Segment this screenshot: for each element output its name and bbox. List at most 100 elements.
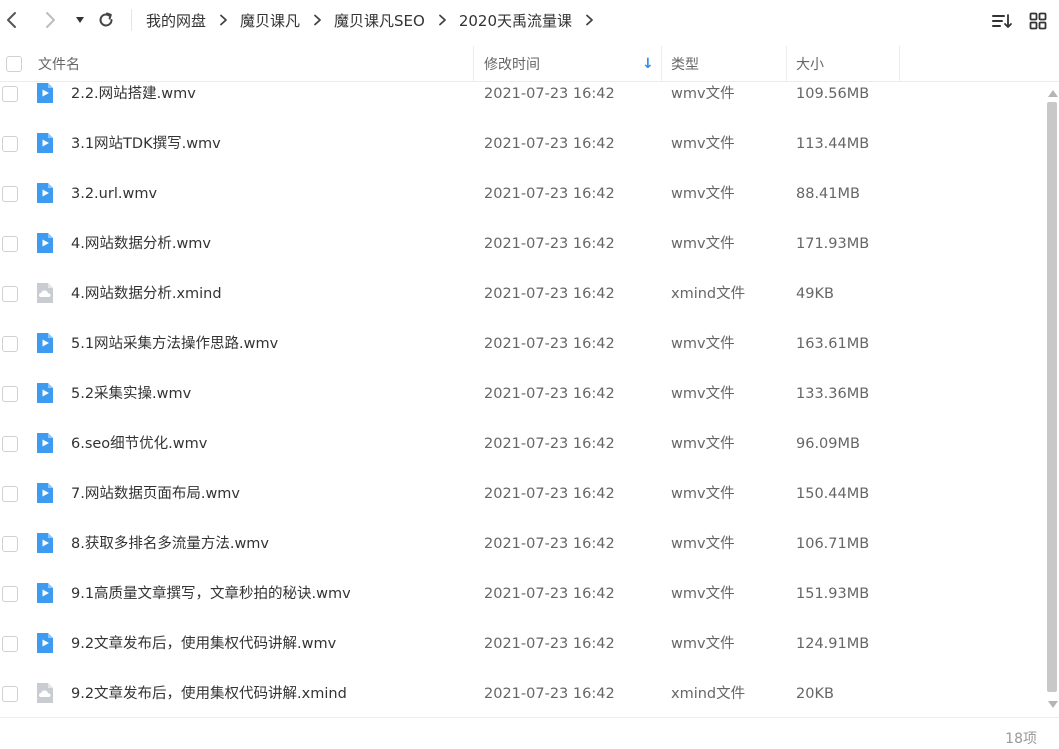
file-size: 171.93MB xyxy=(796,236,870,252)
select-all-cell xyxy=(6,46,22,82)
file-row[interactable]: 9.1高质量文章撰写，文章秒拍的秘诀.wmv 2021-07-23 16:42 wm… xyxy=(0,569,1045,619)
file-name[interactable]: 3.1网站TDK撰写.wmv xyxy=(71,119,221,169)
back-button[interactable] xyxy=(0,8,24,32)
chevron-right-icon xyxy=(313,14,322,26)
file-size: 163.61MB xyxy=(796,336,870,352)
file-row[interactable]: 9.2文章发布后，使用集权代码讲解.wmv 2021-07-23 16:42 wmv… xyxy=(0,619,1045,669)
row-checkbox[interactable] xyxy=(2,436,18,452)
video-file-icon xyxy=(37,133,53,153)
file-type: wmv文件 xyxy=(671,486,735,502)
row-checkbox[interactable] xyxy=(2,536,18,552)
video-file-icon xyxy=(37,533,53,553)
file-size: 113.44MB xyxy=(796,136,870,152)
file-modified-date: 2021-07-23 16:42 xyxy=(484,386,615,402)
column-header-name-label: 文件名 xyxy=(38,57,80,73)
history-dropdown-button[interactable] xyxy=(68,8,92,32)
toolbar: 我的网盘 魔贝课凡 魔贝课凡SEO 2020天禹流量课 xyxy=(0,0,1059,40)
file-row[interactable]: 7.网站数据页面布局.wmv 2021-07-23 16:42 wmv文件 150.4… xyxy=(0,469,1045,519)
row-checkbox[interactable] xyxy=(2,186,18,202)
file-type: xmind文件 xyxy=(671,286,746,302)
chevron-right-icon xyxy=(585,14,594,26)
scroll-up-arrow-icon[interactable] xyxy=(1048,90,1058,97)
chevron-left-icon xyxy=(7,12,16,28)
video-file-icon xyxy=(37,433,53,453)
file-modified-date: 2021-07-23 16:42 xyxy=(484,436,615,452)
file-type: wmv文件 xyxy=(671,186,735,202)
scroll-down-arrow-icon[interactable] xyxy=(1048,701,1058,708)
file-row[interactable]: 5.2采集实操.wmv 2021-07-23 16:42 wmv文件 133.36MB xyxy=(0,369,1045,419)
file-row[interactable]: 4.网站数据分析.xmind 2021-07-23 16:42 xmind文件 49K… xyxy=(0,269,1045,319)
column-header-size[interactable]: 大小 xyxy=(796,46,824,82)
breadcrumb-item-current[interactable]: 2020天禹流量课 xyxy=(459,10,572,31)
column-header-type[interactable]: 类型 xyxy=(671,46,699,82)
file-name[interactable]: 8.获取多排名多流量方法.wmv xyxy=(71,519,269,569)
video-file-icon xyxy=(37,233,53,253)
file-name[interactable]: 5.2采集实操.wmv xyxy=(71,369,191,419)
file-name[interactable]: 5.1网站采集方法操作思路.wmv xyxy=(71,319,278,369)
chevron-right-icon xyxy=(219,14,228,26)
row-checkbox[interactable] xyxy=(2,386,18,402)
file-type: wmv文件 xyxy=(671,136,735,152)
file-name[interactable]: 6.seo细节优化.wmv xyxy=(71,419,207,469)
row-checkbox[interactable] xyxy=(2,686,18,702)
file-modified-date: 2021-07-23 16:42 xyxy=(484,636,615,652)
file-row[interactable]: 9.2文章发布后，使用集权代码讲解.xmind 2021-07-23 16:42 x… xyxy=(0,669,1045,717)
row-checkbox[interactable] xyxy=(2,486,18,502)
column-divider[interactable] xyxy=(899,46,900,82)
row-checkbox[interactable] xyxy=(2,136,18,152)
file-name[interactable]: 9.1高质量文章撰写，文章秒拍的秘诀.wmv xyxy=(71,569,351,619)
file-row[interactable]: 6.seo细节优化.wmv 2021-07-23 16:42 wmv文件 96.09M… xyxy=(0,419,1045,469)
file-type: xmind文件 xyxy=(671,686,746,702)
row-checkbox[interactable] xyxy=(2,286,18,302)
breadcrumb-item-1[interactable]: 魔贝课凡 xyxy=(240,10,300,31)
file-row[interactable]: 3.2.url.wmv 2021-07-23 16:42 wmv文件 88.41MB xyxy=(0,169,1045,219)
file-name[interactable]: 9.2文章发布后，使用集权代码讲解.xmind xyxy=(71,669,347,717)
file-size: 88.41MB xyxy=(796,186,860,202)
file-name[interactable]: 4.网站数据分析.xmind xyxy=(71,269,222,319)
video-file-icon xyxy=(37,183,53,203)
video-file-icon xyxy=(37,483,53,503)
file-row[interactable]: 5.1网站采集方法操作思路.wmv 2021-07-23 16:42 wmv文件 16… xyxy=(0,319,1045,369)
video-file-icon xyxy=(37,383,53,403)
breadcrumb: 我的网盘 魔贝课凡 魔贝课凡SEO 2020天禹流量课 xyxy=(146,0,606,40)
scrollbar-thumb[interactable] xyxy=(1047,102,1057,692)
row-checkbox[interactable] xyxy=(2,636,18,652)
select-all-checkbox[interactable] xyxy=(6,56,22,72)
file-type: wmv文件 xyxy=(671,536,735,552)
file-name[interactable]: 4.网站数据分析.wmv xyxy=(71,219,211,269)
file-name[interactable]: 3.2.url.wmv xyxy=(71,169,157,219)
file-name[interactable]: 9.2文章发布后，使用集权代码讲解.wmv xyxy=(71,619,336,669)
forward-button[interactable] xyxy=(38,8,62,32)
breadcrumb-item-root[interactable]: 我的网盘 xyxy=(146,10,206,31)
file-type: wmv文件 xyxy=(671,336,735,352)
refresh-button[interactable] xyxy=(94,8,118,32)
row-checkbox[interactable] xyxy=(2,236,18,252)
file-modified-date: 2021-07-23 16:42 xyxy=(484,86,615,102)
row-checkbox[interactable] xyxy=(2,586,18,602)
file-size: 150.44MB xyxy=(796,486,870,502)
file-row[interactable]: 3.1网站TDK撰写.wmv 2021-07-23 16:42 wmv文件 113.4… xyxy=(0,119,1045,169)
file-modified-date: 2021-07-23 16:42 xyxy=(484,186,615,202)
file-row[interactable]: 8.获取多排名多流量方法.wmv 2021-07-23 16:42 wmv文件 106… xyxy=(0,519,1045,569)
row-checkbox[interactable] xyxy=(2,336,18,352)
file-list: 2.2.网站搭建.wmv 2021-07-23 16:42 wmv文件 109.56M… xyxy=(0,82,1045,717)
column-divider[interactable] xyxy=(786,46,787,82)
sort-button[interactable] xyxy=(990,9,1014,33)
column-divider[interactable] xyxy=(473,46,474,82)
refresh-icon xyxy=(99,12,113,27)
video-file-icon xyxy=(37,83,53,103)
column-header-modified[interactable]: 修改时间 ↓ xyxy=(484,46,662,82)
file-size: 96.09MB xyxy=(796,436,860,452)
file-name[interactable]: 2.2.网站搭建.wmv xyxy=(71,82,196,119)
column-header-size-label: 大小 xyxy=(796,57,824,73)
file-modified-date: 2021-07-23 16:42 xyxy=(484,536,615,552)
view-mode-button[interactable] xyxy=(1026,9,1050,33)
breadcrumb-item-2[interactable]: 魔贝课凡SEO xyxy=(334,10,425,31)
file-name[interactable]: 7.网站数据页面布局.wmv xyxy=(71,469,240,519)
column-header-name[interactable]: 文件名 xyxy=(38,46,80,82)
file-type: wmv文件 xyxy=(671,636,735,652)
file-row[interactable]: 2.2.网站搭建.wmv 2021-07-23 16:42 wmv文件 109.56M… xyxy=(0,82,1045,119)
file-row[interactable]: 4.网站数据分析.wmv 2021-07-23 16:42 wmv文件 171.93M… xyxy=(0,219,1045,269)
row-checkbox[interactable] xyxy=(2,86,18,102)
column-divider[interactable] xyxy=(661,46,662,82)
